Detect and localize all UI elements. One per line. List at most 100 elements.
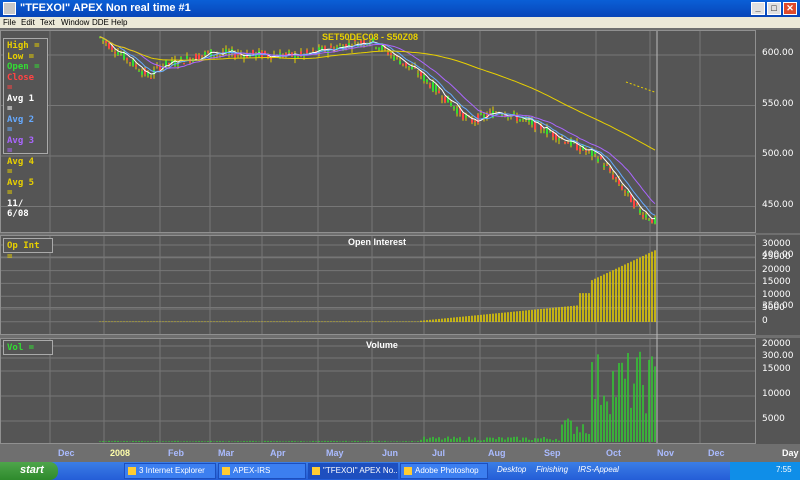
x-tick-label: Sep xyxy=(544,448,561,458)
price-candle xyxy=(129,62,131,64)
minimize-button[interactable]: _ xyxy=(751,2,765,15)
quick-desktop[interactable]: Desktop xyxy=(497,465,526,474)
x-tick-label: Jun xyxy=(382,448,399,458)
legend-item: Low = xyxy=(7,51,35,62)
volume-legend: Vol = xyxy=(3,340,53,355)
price-candle xyxy=(516,116,518,122)
price-candle xyxy=(606,164,608,166)
x-tick-label: Oct xyxy=(606,448,622,458)
price-candle xyxy=(597,158,599,162)
x-tick-label: Dec xyxy=(58,448,75,458)
menu-window[interactable]: Window xyxy=(61,17,89,28)
price-candle xyxy=(420,71,422,76)
price-candle xyxy=(501,114,503,116)
clock: 7:55 xyxy=(776,465,792,474)
price-candle xyxy=(435,85,437,92)
price-candle xyxy=(624,191,626,193)
legend-item: Avg 2 = xyxy=(7,114,35,136)
price-candle xyxy=(108,42,110,49)
price-candle xyxy=(426,79,428,83)
taskbar-item-label: Adobe Photoshop xyxy=(415,466,479,475)
price-legend: High = Low = Open = Close = Avg 1 = Avg 2 = Av… xyxy=(3,38,48,219)
volume-tick-label: 5000 xyxy=(762,414,785,424)
close-button[interactable]: ✕ xyxy=(783,2,797,15)
price-candle xyxy=(330,45,332,48)
price-candle xyxy=(417,73,419,75)
chart-area: SET50DEC08 - S50Z08 Open Interest Volume… xyxy=(0,28,800,462)
price-candle xyxy=(201,55,203,57)
price-candle xyxy=(519,119,521,122)
taskbar-item-label: 3 Internet Explorer xyxy=(139,466,205,475)
x-tick-label: 2008 xyxy=(110,448,131,458)
menu-edit[interactable]: Edit xyxy=(21,17,35,28)
price-tick-label: 550.00 xyxy=(762,98,794,109)
price-candle xyxy=(390,53,392,55)
taskbar-item-tfexoi[interactable]: "TFEXOI" APEX No... xyxy=(308,463,398,479)
price-candle xyxy=(630,194,632,203)
price-candle xyxy=(180,57,182,60)
price-candle xyxy=(429,84,431,88)
price-candle xyxy=(441,98,443,100)
app-icon xyxy=(3,2,16,15)
oi-tick-label: 5000 xyxy=(762,303,785,313)
price-tick-label: 500.00 xyxy=(762,149,794,159)
price-candle xyxy=(633,200,635,208)
maximize-button[interactable]: □ xyxy=(767,2,781,15)
legend-item: Avg 1 = xyxy=(7,93,35,115)
legend-item: Avg 5 = xyxy=(7,177,35,199)
taskbar: start 3 Internet Explorer APEX-IRS "TFEX… xyxy=(0,462,800,480)
x-tick-label: Nov xyxy=(657,448,675,458)
x-tick-label: Jul xyxy=(432,448,446,458)
price-candle xyxy=(102,39,104,41)
price-candle xyxy=(615,177,617,180)
x-axis: Day Dec 2008 Feb Mar Apr May Jun Jul Aug Sep Oct No… xyxy=(0,444,800,462)
price-candle xyxy=(411,66,413,70)
price-candle xyxy=(639,209,641,213)
price-candle xyxy=(612,174,614,179)
price-candle xyxy=(471,119,473,123)
price-candle xyxy=(198,54,200,60)
photoshop-icon xyxy=(404,467,412,475)
window-title: "TFEXOI" APEX Non real time #1 xyxy=(20,2,191,14)
quick-irs-appeal[interactable]: IRS-Appeal xyxy=(578,465,619,474)
price-candle xyxy=(528,120,530,122)
price-tick-label: 450.00 xyxy=(762,199,794,210)
price-candle xyxy=(513,112,515,114)
price-candle xyxy=(531,120,533,125)
price-candle xyxy=(507,117,509,119)
oi-tick-label: 10000 xyxy=(762,290,791,301)
price-candle xyxy=(627,191,629,193)
price-candle xyxy=(207,51,209,53)
oi-tick-label: 25000 xyxy=(762,251,791,262)
menu-dde[interactable]: DDE xyxy=(92,17,109,28)
menu-text[interactable]: Text xyxy=(40,17,55,28)
taskbar-item-photoshop[interactable]: Adobe Photoshop xyxy=(400,463,488,479)
price-panel-title: SET50DEC08 - S50Z08 xyxy=(322,32,419,42)
price-candle xyxy=(600,156,602,159)
x-tick-label: May xyxy=(326,448,344,458)
oi-tick-label: 20000 xyxy=(762,264,791,275)
price-candle xyxy=(132,59,134,66)
oi-legend: Op Int = xyxy=(3,238,53,262)
price-candle xyxy=(114,52,116,54)
price-candle xyxy=(432,81,434,92)
price-candle xyxy=(105,41,107,43)
quick-finishing[interactable]: Finishing xyxy=(536,465,568,474)
x-tick-label: Feb xyxy=(168,448,185,458)
taskbar-item-apex-irs[interactable]: APEX-IRS xyxy=(218,463,306,479)
taskbar-item-label: "TFEXOI" APEX No... xyxy=(323,466,398,475)
taskbar-item-ie[interactable]: 3 Internet Explorer xyxy=(124,463,216,479)
price-candle xyxy=(591,150,593,157)
price-candle xyxy=(381,45,383,50)
price-candle xyxy=(453,106,455,109)
volume-tick-label: 10000 xyxy=(762,389,791,399)
menu-bar: File Edit Text Window DDE Help xyxy=(0,17,800,28)
apex-icon xyxy=(222,467,230,475)
window-titlebar: "TFEXOI" APEX Non real time #1 _ □ ✕ xyxy=(0,0,800,17)
ie-icon xyxy=(128,467,136,475)
start-button[interactable]: start xyxy=(0,462,58,480)
legend-item: Avg 3 = xyxy=(7,135,35,157)
menu-help[interactable]: Help xyxy=(111,17,127,28)
menu-file[interactable]: File xyxy=(3,17,16,28)
legend-item: Open = xyxy=(7,62,40,72)
